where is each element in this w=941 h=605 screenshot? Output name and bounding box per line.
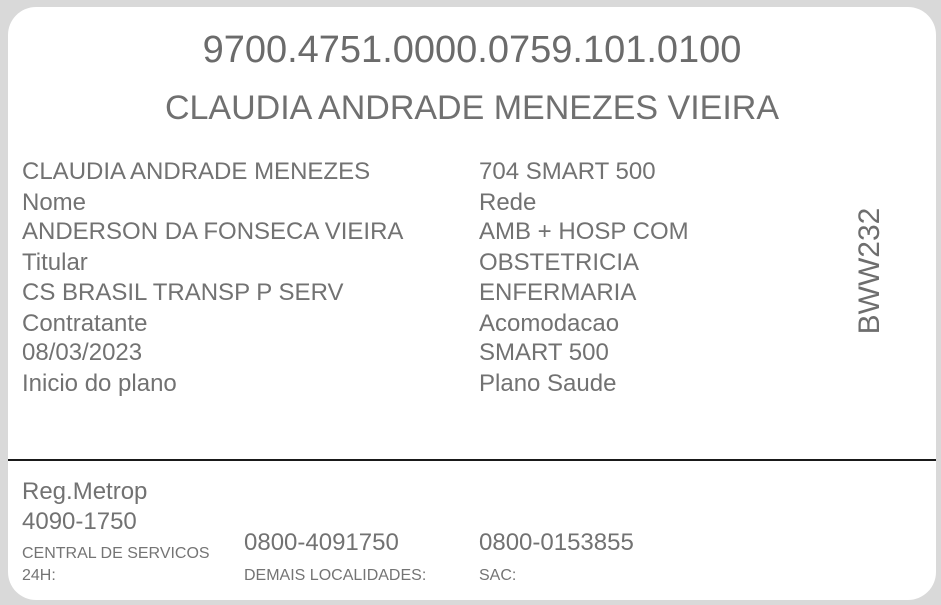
demais-label: DEMAIS LOCALIDADES:	[244, 567, 427, 584]
vertical-code: BWW232	[853, 207, 886, 335]
central-label-line2: 24H:	[22, 567, 56, 584]
reg-metrop-phone: 4090-1750	[22, 508, 137, 535]
rede-value: 704 SMART 500	[479, 158, 656, 185]
card-holder-name: CLAUDIA ANDRADE MENEZES VIEIRA	[164, 89, 780, 127]
central-label-line1: CENTRAL DE SERVICOS	[22, 545, 210, 562]
card-number: 9700.4751.0000.0759.101.0100	[202, 29, 742, 71]
reg-metrop-label: Reg.Metrop	[22, 478, 148, 505]
inicio-value: 08/03/2023	[22, 339, 143, 366]
rede-label: Rede	[479, 189, 537, 216]
coverage-line-1: AMB + HOSP COM	[479, 218, 689, 245]
contratante-value: CS BRASIL TRANSP P SERV	[22, 279, 344, 306]
titular-label: Titular	[22, 249, 88, 276]
titular-value: ANDERSON DA FONSECA VIEIRA	[22, 218, 404, 245]
nome-label: Nome	[22, 189, 87, 216]
coverage-line-2: OBSTETRICIA	[479, 249, 640, 276]
plano-label: Plano Saude	[479, 370, 617, 397]
inicio-label: Inicio do plano	[22, 370, 177, 397]
acomodacao-label: Acomodacao	[479, 310, 620, 337]
contratante-label: Contratante	[22, 310, 148, 337]
plano-value: SMART 500	[479, 339, 609, 366]
sac-phone: 0800-0153855	[479, 529, 634, 556]
demais-phone: 0800-4091750	[244, 529, 399, 556]
divider	[8, 459, 936, 461]
health-insurance-card: 9700.4751.0000.0759.101.0100 CLAUDIA AND…	[8, 7, 936, 600]
nome-value: CLAUDIA ANDRADE MENEZES	[22, 158, 371, 185]
acomodacao-value: ENFERMARIA	[479, 279, 637, 306]
sac-label: SAC:	[479, 567, 517, 584]
